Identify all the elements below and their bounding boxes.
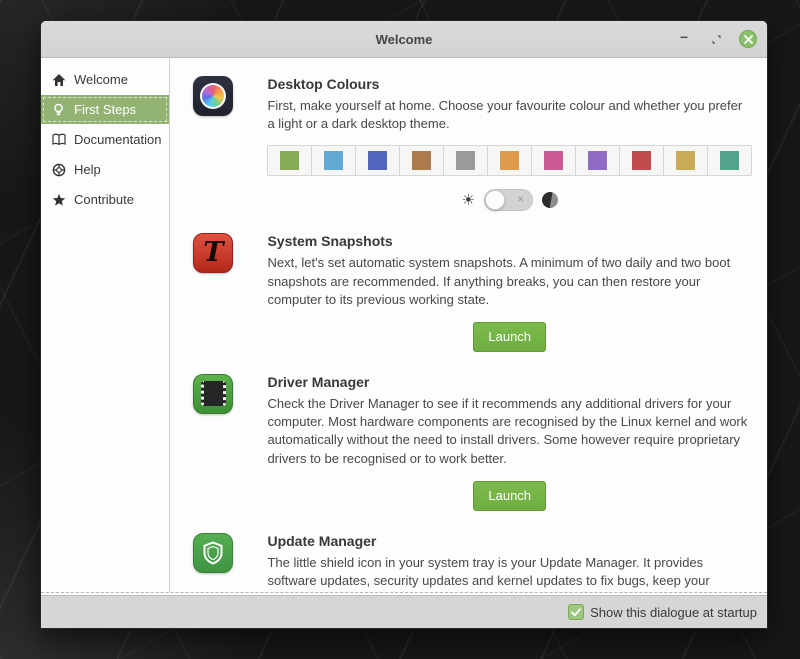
- window-body: Welcome First Steps Docu: [41, 58, 767, 593]
- window-controls: –: [675, 30, 767, 48]
- theme-toggle-row: ☀ ×: [267, 189, 752, 211]
- sidebar-item-label: Help: [74, 162, 101, 177]
- colour-swatch: [676, 151, 695, 170]
- close-button[interactable]: [739, 30, 757, 48]
- colour-swatch-option[interactable]: [312, 146, 356, 175]
- section-system-snapshots: T System Snapshots Next, let's set autom…: [193, 233, 752, 352]
- colour-swatch: [456, 151, 475, 170]
- colour-swatch-option[interactable]: [620, 146, 664, 175]
- startup-checkbox-label: Show this dialogue at startup: [590, 605, 757, 620]
- colour-swatch-option[interactable]: [532, 146, 576, 175]
- sidebar: Welcome First Steps Docu: [41, 58, 170, 592]
- colour-swatch-option[interactable]: [576, 146, 620, 175]
- sidebar-item-documentation[interactable]: Documentation: [41, 125, 169, 154]
- colour-swatch: [588, 151, 607, 170]
- section-driver-manager: Driver Manager Check the Driver Manager …: [193, 374, 752, 511]
- sidebar-item-help[interactable]: Help: [41, 155, 169, 184]
- section-description: Next, let's set automatic system snapsho…: [267, 254, 752, 309]
- sidebar-item-label: Documentation: [74, 132, 161, 147]
- colour-swatch: [632, 151, 651, 170]
- colour-swatch: [544, 151, 563, 170]
- book-icon: [51, 132, 66, 147]
- colour-swatch-option[interactable]: [444, 146, 488, 175]
- dark-theme-toggle[interactable]: ×: [484, 189, 533, 211]
- desktop-wallpaper: { "window": { "title": "Welcome", "contr…: [0, 0, 800, 659]
- section-title: Desktop Colours: [267, 76, 752, 92]
- minimize-button[interactable]: –: [675, 30, 693, 48]
- colour-swatch: [412, 151, 431, 170]
- sidebar-item-label: Contribute: [74, 192, 134, 207]
- section-title: System Snapshots: [267, 233, 752, 249]
- welcome-window: Welcome – Welcome: [40, 20, 768, 629]
- startup-checkbox[interactable]: [568, 604, 584, 620]
- colour-swatch: [324, 151, 343, 170]
- colour-swatch-option[interactable]: [268, 146, 312, 175]
- colour-swatch-option[interactable]: [488, 146, 532, 175]
- timeshift-t-glyph: T: [203, 239, 223, 266]
- launch-drivers-button[interactable]: Launch: [473, 481, 546, 511]
- lightbulb-icon: [51, 102, 66, 117]
- colour-swatch: [500, 151, 519, 170]
- section-update-manager: Update Manager The little shield icon in…: [193, 533, 752, 592]
- moon-icon: [542, 192, 558, 208]
- sidebar-item-contribute[interactable]: Contribute: [41, 185, 169, 214]
- first-steps-page: Desktop Colours First, make yourself at …: [170, 58, 767, 592]
- toggle-off-mark: ×: [518, 195, 524, 206]
- section-title: Driver Manager: [267, 374, 752, 390]
- section-desktop-colours: Desktop Colours First, make yourself at …: [193, 76, 752, 211]
- sidebar-item-label: First Steps: [74, 102, 136, 117]
- colour-swatch-option[interactable]: [356, 146, 400, 175]
- driver-manager-app-icon: [193, 374, 233, 414]
- chip-icon: [201, 381, 226, 406]
- help-icon: [51, 162, 66, 177]
- home-icon: [51, 72, 66, 87]
- section-description: The little shield icon in your system tr…: [267, 554, 752, 592]
- colour-swatch-option[interactable]: [400, 146, 444, 175]
- colour-swatch: [280, 151, 299, 170]
- section-title: Update Manager: [267, 533, 752, 549]
- toggle-knob[interactable]: [485, 190, 505, 210]
- colour-wheel-icon: [200, 83, 226, 109]
- desktop-colours-app-icon: [193, 76, 233, 116]
- timeshift-app-icon: T: [193, 233, 233, 273]
- titlebar[interactable]: Welcome –: [41, 21, 767, 58]
- section-description: First, make yourself at home. Choose you…: [267, 97, 752, 133]
- close-icon: [744, 35, 753, 44]
- section-description: Check the Driver Manager to see if it re…: [267, 395, 752, 468]
- window-title: Welcome: [41, 32, 767, 47]
- sidebar-item-welcome[interactable]: Welcome: [41, 65, 169, 94]
- shield-icon: [199, 539, 227, 567]
- sidebar-item-label: Welcome: [74, 72, 128, 87]
- unmaximize-icon: [711, 34, 722, 45]
- colour-swatch-bar: [267, 145, 752, 176]
- update-manager-app-icon: [193, 533, 233, 573]
- launch-snapshots-button[interactable]: Launch: [473, 322, 546, 352]
- sidebar-item-first-steps[interactable]: First Steps: [41, 95, 169, 124]
- colour-swatch-option[interactable]: [708, 146, 751, 175]
- unmaximize-button[interactable]: [707, 30, 725, 48]
- checkmark-icon: [571, 608, 581, 617]
- footer-bar: Show this dialogue at startup: [41, 595, 767, 628]
- sun-icon: ☀: [462, 193, 475, 208]
- colour-swatch: [368, 151, 387, 170]
- star-icon: [51, 192, 66, 207]
- colour-swatch-option[interactable]: [664, 146, 708, 175]
- colour-swatch: [720, 151, 739, 170]
